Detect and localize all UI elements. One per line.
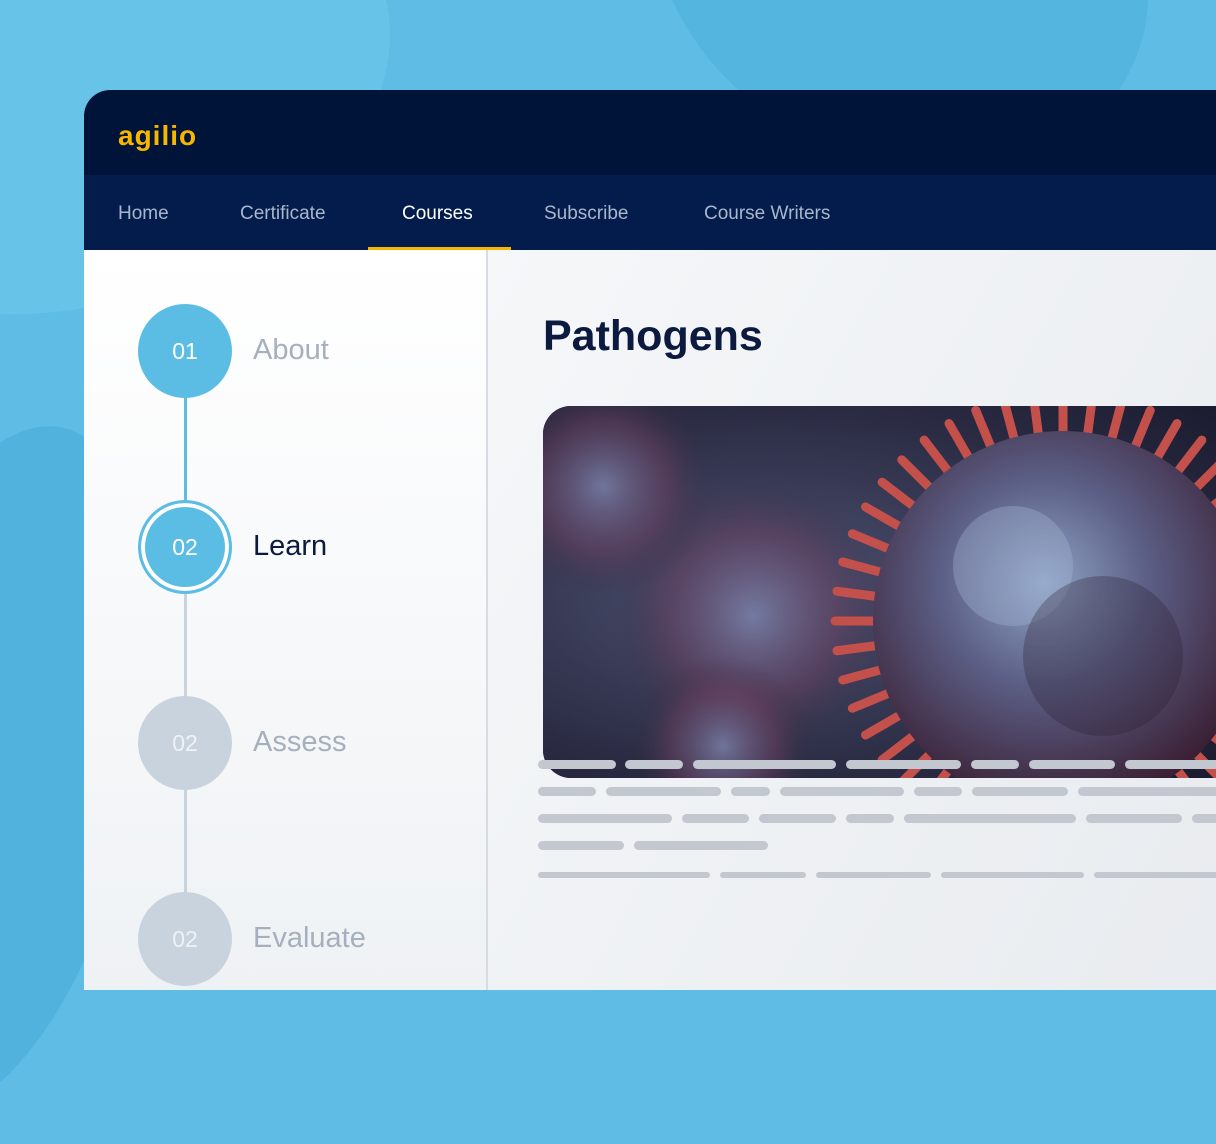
- text-placeholder-line: [731, 787, 770, 796]
- nav-item-course-writers[interactable]: Course Writers: [704, 175, 830, 250]
- text-placeholder-line: [816, 872, 931, 878]
- text-placeholder-line: [972, 787, 1068, 796]
- header-bar: agilio: [84, 90, 1216, 175]
- nav-item-subscribe[interactable]: Subscribe: [544, 175, 629, 250]
- text-placeholder-line: [538, 814, 672, 823]
- text-placeholder-line: [693, 760, 836, 769]
- hero-image: [543, 406, 1216, 778]
- text-placeholder-line: [759, 814, 836, 823]
- text-placeholder-line: [538, 787, 596, 796]
- step-label-evaluate[interactable]: Evaluate: [253, 922, 366, 955]
- step-number-badge[interactable]: 01: [138, 304, 232, 398]
- nav-item-courses[interactable]: Courses: [402, 175, 473, 250]
- nav-item-home[interactable]: Home: [118, 175, 169, 250]
- text-placeholder-line: [914, 787, 962, 796]
- app-window: agilio Home Certificate Courses Subscrib…: [84, 90, 1216, 990]
- text-placeholder-line: [1086, 814, 1182, 823]
- step-label-about[interactable]: About: [253, 334, 329, 367]
- main-nav: Home Certificate Courses Subscribe Cours…: [84, 175, 1216, 250]
- text-placeholder-line: [606, 787, 721, 796]
- step-number-badge-current[interactable]: 02: [138, 500, 232, 594]
- text-placeholder-line: [720, 872, 806, 878]
- text-placeholder-line: [625, 760, 683, 769]
- progress-line-completed: [184, 398, 187, 502]
- text-placeholder-line: [941, 872, 1084, 878]
- text-placeholder-line: [634, 841, 768, 850]
- course-steps-sidebar: 01 About 02 Learn 02 Assess 02 Evaluate: [84, 250, 488, 990]
- progress-line: [184, 790, 187, 894]
- text-placeholder-line: [538, 760, 616, 769]
- text-placeholder-line: [538, 872, 710, 878]
- text-placeholder-line: [1094, 872, 1216, 878]
- step-number-badge[interactable]: 02: [138, 892, 232, 986]
- text-placeholder-line: [1192, 814, 1216, 823]
- page-title: Pathogens: [543, 312, 763, 360]
- step-label-learn[interactable]: Learn: [253, 530, 327, 563]
- text-placeholder-line: [1125, 760, 1216, 769]
- nav-item-certificate[interactable]: Certificate: [240, 175, 326, 250]
- text-placeholder-line: [846, 760, 961, 769]
- text-placeholder-line: [971, 760, 1019, 769]
- logo[interactable]: agilio: [118, 120, 197, 152]
- text-placeholder-line: [538, 841, 624, 850]
- text-placeholder-line: [1029, 760, 1115, 769]
- virus-illustration-icon: [543, 406, 1216, 778]
- text-placeholder-line: [682, 814, 749, 823]
- step-label-assess[interactable]: Assess: [253, 726, 346, 759]
- text-placeholder-line: [780, 787, 904, 796]
- text-placeholder-line: [904, 814, 1076, 823]
- text-placeholder-line: [846, 814, 894, 823]
- step-number-badge[interactable]: 02: [138, 696, 232, 790]
- lesson-content: Pathogens: [488, 250, 1216, 990]
- progress-line: [184, 594, 187, 698]
- text-placeholder-line: [1078, 787, 1216, 796]
